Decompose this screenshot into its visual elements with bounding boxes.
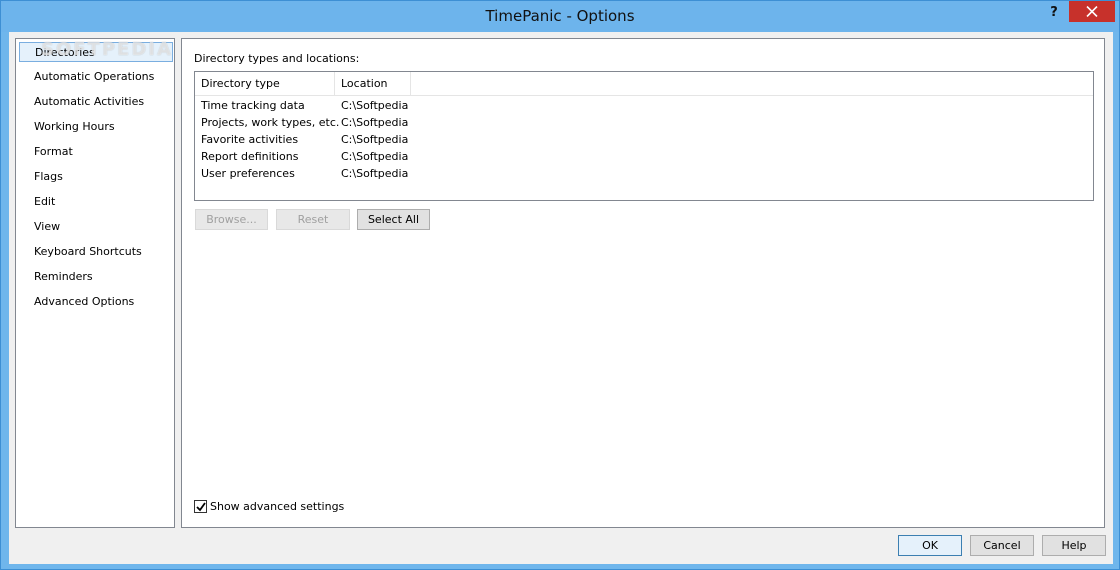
browse-button[interactable]: Browse... bbox=[195, 209, 268, 230]
sidebar-item-reminders[interactable]: Reminders bbox=[28, 267, 99, 287]
table-row[interactable]: Report definitions C:\Softpedia bbox=[195, 148, 1093, 165]
options-category-list: Directories Automatic Operations Automat… bbox=[15, 38, 175, 528]
sidebar-item-automatic-activities[interactable]: Automatic Activities bbox=[28, 92, 150, 112]
sidebar-item-view[interactable]: View bbox=[28, 217, 66, 237]
cell-location: C:\Softpedia bbox=[341, 116, 409, 129]
close-icon bbox=[1086, 6, 1098, 17]
cancel-button[interactable]: Cancel bbox=[970, 535, 1034, 556]
table-row[interactable]: Time tracking data C:\Softpedia bbox=[195, 97, 1093, 114]
show-advanced-settings-checkbox[interactable] bbox=[194, 500, 207, 513]
sidebar-item-format[interactable]: Format bbox=[28, 142, 79, 162]
table-row[interactable]: User preferences C:\Softpedia bbox=[195, 165, 1093, 182]
column-header-location[interactable]: Location bbox=[335, 72, 411, 96]
column-header-directory-type[interactable]: Directory type bbox=[195, 72, 335, 96]
show-advanced-settings-label: Show advanced settings bbox=[210, 500, 345, 513]
cell-location: C:\Softpedia bbox=[341, 150, 409, 163]
cell-location: C:\Softpedia bbox=[341, 133, 409, 146]
cell-directory-type: Time tracking data bbox=[201, 99, 305, 112]
sidebar-item-automatic-operations[interactable]: Automatic Operations bbox=[28, 67, 160, 87]
reset-button[interactable]: Reset bbox=[276, 209, 350, 230]
options-window: TimePanic - Options ? Directories Automa… bbox=[0, 0, 1120, 570]
cell-directory-type: Projects, work types, etc. bbox=[201, 116, 340, 129]
sidebar-item-advanced-options[interactable]: Advanced Options bbox=[28, 292, 140, 312]
title-bar[interactable]: TimePanic - Options ? bbox=[1, 1, 1119, 32]
directories-panel: Directory types and locations: Directory… bbox=[181, 38, 1105, 528]
cell-location: C:\Softpedia bbox=[341, 167, 409, 180]
ok-button[interactable]: OK bbox=[898, 535, 962, 556]
select-all-button[interactable]: Select All bbox=[357, 209, 430, 230]
dialog-client-area: Directories Automatic Operations Automat… bbox=[9, 32, 1113, 564]
sidebar-item-keyboard-shortcuts[interactable]: Keyboard Shortcuts bbox=[28, 242, 148, 262]
sidebar-item-working-hours[interactable]: Working Hours bbox=[28, 117, 121, 137]
list-header: Directory type Location bbox=[195, 72, 1093, 96]
sidebar-item-flags[interactable]: Flags bbox=[28, 167, 69, 187]
cell-directory-type: User preferences bbox=[201, 167, 295, 180]
table-row[interactable]: Favorite activities C:\Softpedia bbox=[195, 131, 1093, 148]
checkmark-icon bbox=[196, 502, 206, 512]
table-row[interactable]: Projects, work types, etc. C:\Softpedia bbox=[195, 114, 1093, 131]
help-button[interactable]: Help bbox=[1042, 535, 1106, 556]
help-question-button[interactable]: ? bbox=[1041, 4, 1067, 24]
directory-list[interactable]: Directory type Location Time tracking da… bbox=[194, 71, 1094, 201]
section-label: Directory types and locations: bbox=[194, 52, 360, 65]
sidebar-item-edit[interactable]: Edit bbox=[28, 192, 61, 212]
cell-location: C:\Softpedia bbox=[341, 99, 409, 112]
cell-directory-type: Report definitions bbox=[201, 150, 299, 163]
softpedia-watermark: SOFTPEDIA bbox=[41, 39, 173, 60]
window-title: TimePanic - Options bbox=[485, 7, 635, 25]
close-button[interactable] bbox=[1069, 1, 1115, 22]
cell-directory-type: Favorite activities bbox=[201, 133, 299, 146]
